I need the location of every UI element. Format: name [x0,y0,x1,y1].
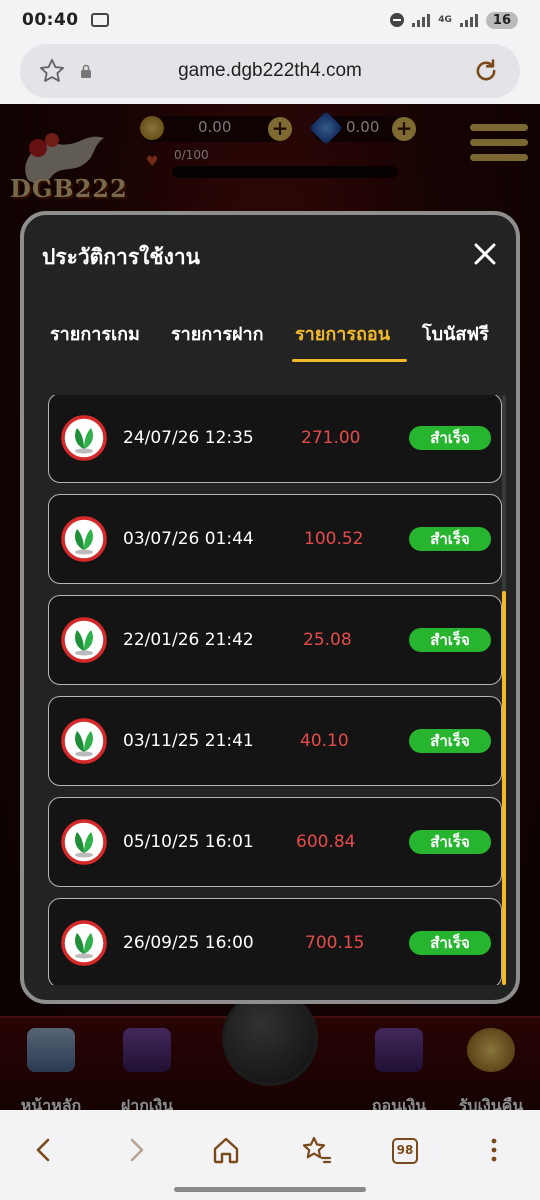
tab-withdraw[interactable]: รายการถอน [295,319,390,348]
scrollbar-thumb[interactable] [502,591,506,985]
close-icon[interactable] [472,241,498,267]
kasikorn-bank-icon [61,415,107,461]
tabs-button[interactable]: 98 [386,1130,426,1170]
transaction-date: 26/09/25 16:00 [123,933,254,953]
status-badge: สำเร็จ [409,830,491,854]
do-not-disturb-icon [390,13,405,27]
more-options-icon[interactable] [474,1130,514,1170]
browser-bottom-nav: 98 [0,1110,540,1200]
active-tab-indicator [292,359,407,362]
transaction-row[interactable]: 03/11/25 21:41 40.10 สำเร็จ [48,696,502,786]
transaction-date: 05/10/25 16:01 [123,832,254,852]
kasikorn-bank-icon [61,516,107,562]
transaction-date: 03/07/26 01:44 [123,529,254,549]
network-type: 4G [438,15,452,25]
transaction-amount: 600.84 [296,832,356,852]
transaction-row[interactable]: 22/01/26 21:42 25.08 สำเร็จ [48,595,502,685]
bookmarks-star-icon[interactable] [296,1130,336,1170]
tab-game[interactable]: รายการเกม [50,319,140,348]
browser-toolbar: game.dgb222th4.com [0,40,540,104]
transaction-list[interactable]: 24/07/26 12:35 271.00 สำเร็จ 03/07/26 01… [24,395,516,985]
tab-free-bonus[interactable]: โบนัสฟรี [422,319,489,348]
bookmark-star-icon[interactable] [38,57,66,85]
status-badge: สำเร็จ [409,628,491,652]
transaction-date: 24/07/26 12:35 [123,428,254,448]
status-badge: สำเร็จ [409,527,491,551]
transaction-row[interactable]: 05/10/25 16:01 600.84 สำเร็จ [48,797,502,887]
kasikorn-bank-icon [61,819,107,865]
transaction-amount: 271.00 [301,428,361,448]
status-badge: สำเร็จ [409,729,491,753]
transaction-row[interactable]: 03/07/26 01:44 100.52 สำเร็จ [48,494,502,584]
url-text[interactable]: game.dgb222th4.com [20,60,520,82]
home-icon[interactable] [206,1130,246,1170]
clock: 00:40 [22,10,79,30]
transaction-row[interactable]: 26/09/25 16:00 700.15 สำเร็จ [48,898,502,985]
transaction-date: 22/01/26 21:42 [123,630,254,650]
tab-count: 98 [392,1138,418,1164]
transaction-amount: 25.08 [303,630,352,650]
modal-title: ประวัติการใช้งาน [42,245,201,269]
transaction-amount: 100.52 [304,529,364,549]
forward-icon[interactable] [116,1130,156,1170]
signal-icon-2 [459,13,478,27]
kasikorn-bank-icon [61,718,107,764]
status-badge: สำเร็จ [409,426,491,450]
status-bar: 00:40 4G 16 [0,0,540,40]
signal-icon [412,13,431,27]
lock-icon [81,64,91,78]
history-modal: ประวัติการใช้งาน รายการเกม รายการฝาก ราย… [20,211,520,1004]
history-tabs: รายการเกม รายการฝาก รายการถอน โบนัสฟรี [24,315,516,365]
transaction-date: 03/11/25 21:41 [123,731,254,751]
transaction-row[interactable]: 24/07/26 12:35 271.00 สำเร็จ [48,395,502,483]
tab-deposit[interactable]: รายการฝาก [171,319,264,348]
battery-level: 16 [485,11,518,29]
back-icon[interactable] [24,1130,64,1170]
kasikorn-bank-icon [61,617,107,663]
status-badge: สำเร็จ [409,931,491,955]
transaction-amount: 40.10 [300,731,349,751]
gesture-handle [174,1187,366,1192]
screenshot-icon [90,13,109,27]
url-bar[interactable]: game.dgb222th4.com [20,44,520,98]
reload-icon[interactable] [472,57,500,85]
kasikorn-bank-icon [61,920,107,966]
transaction-amount: 700.15 [305,933,365,953]
